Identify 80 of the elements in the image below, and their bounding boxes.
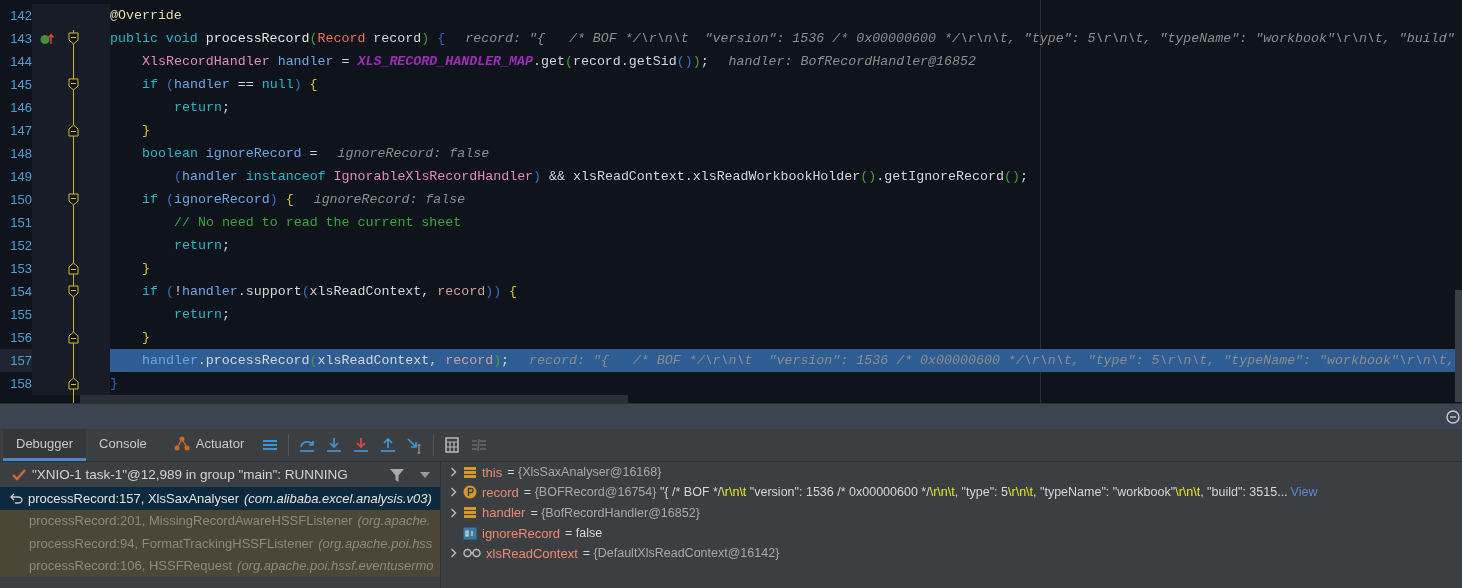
line-number: 152: [9, 238, 32, 253]
dropdown-icon[interactable]: [420, 471, 430, 478]
fold-icon[interactable]: [68, 285, 79, 298]
line-number: 158: [9, 376, 32, 391]
variable-row[interactable]: xlsReadContext = {DefaultXlsReadContext@16142}: [441, 543, 1462, 564]
code-line: boolean ignoreRecord =: [141, 145, 318, 163]
line-number: 146: [9, 100, 32, 115]
inline-value-hint: ignoreRecord: false: [313, 191, 466, 209]
line-number: 150: [9, 192, 32, 207]
line-number: 151: [9, 215, 32, 230]
panel-tab[interactable]: Actuator: [159, 429, 258, 461]
parameter-icon: [463, 485, 477, 500]
code-line: @Override: [110, 7, 182, 25]
code-line: if (handler == null) {: [141, 76, 318, 94]
code-line: (handler instanceof IgnorableXlsRecordHandler) && xlsReadContext.xlsReadWorkbookHolder().getIgnoreRecord();: [173, 168, 1028, 186]
code-line: // No need to read the current sheet: [173, 214, 462, 232]
fold-icon[interactable]: [68, 331, 79, 344]
horizontal-scrollbar[interactable]: [80, 395, 628, 403]
inline-value-hint: record: "{ /* BOF */\r\n\t "version": 1536 /* 0x00000600 */\r\n\t, "type": 5\r\n\t, "typeName": "workbook"\r\n\t,: [529, 352, 1455, 370]
line-number: 153: [9, 261, 32, 276]
implements-icon[interactable]: [40, 32, 54, 45]
code-line: return;: [173, 237, 230, 255]
step-out-icon[interactable]: [379, 436, 398, 454]
primitive-icon: [463, 526, 477, 540]
filter-icon[interactable]: [390, 467, 404, 482]
expand-icon[interactable]: [450, 548, 458, 559]
stack-frame[interactable]: processRecord:157, XlsSaxAnalyser (com.alibaba.excel.analysis.v03): [0, 487, 440, 510]
force-step-into-icon[interactable]: [352, 436, 371, 454]
expand-icon[interactable]: [450, 487, 458, 498]
code-line: XlsRecordHandler handler = XLS_RECORD_HANDLER_MAP.get(record.getSid());: [141, 53, 709, 71]
fold-icon[interactable]: [68, 262, 79, 275]
code-line: }: [141, 260, 150, 278]
line-number: 145: [9, 77, 32, 92]
variable-row[interactable]: ignoreRecord = false: [441, 522, 1462, 544]
fold-icon[interactable]: [68, 78, 79, 91]
code-line: handler.processRecord(xlsReadContext, record);: [141, 352, 510, 370]
line-number: 143: [9, 31, 32, 46]
thread-status[interactable]: "XNIO-1 task-1"@12,989 in group "main": RUNNING: [0, 462, 440, 487]
line-number: 144: [9, 54, 32, 69]
return-icon: [10, 492, 23, 504]
code-line: public void processRecord(Record record) {: [110, 30, 446, 48]
glasses-icon: [463, 548, 481, 559]
line-number: 149: [9, 169, 32, 184]
line-number: 142: [9, 8, 32, 23]
line-number: 157: [9, 353, 32, 368]
step-into-icon[interactable]: [325, 436, 344, 454]
inline-value-hint: handler: BofRecordHandler@16852: [728, 53, 976, 71]
variable-row[interactable]: this = {XlsSaxAnalyser@16168}: [441, 462, 1462, 483]
line-number: 148: [9, 146, 32, 161]
fold-icon[interactable]: [68, 193, 79, 206]
field-icon: [463, 465, 477, 479]
check-icon: [12, 468, 26, 481]
calculator-icon[interactable]: [443, 436, 462, 454]
inline-value-hint: ignoreRecord: false: [337, 145, 490, 163]
vertical-scrollbar[interactable]: [1455, 290, 1462, 402]
fold-icon[interactable]: [68, 377, 79, 390]
variable-row[interactable]: record = {BOFRecord@16754} "{ /* BOF */\r\n\t "version": 1536 /* 0x00000600 */\r\n\t, "type": 5\r\n\t, "typeName": "workbook"\r\n\t, "build": 3515... View: [441, 482, 1462, 503]
line-number: 154: [9, 284, 32, 299]
panel-tab[interactable]: Console: [86, 429, 160, 461]
line-number: 156: [9, 330, 32, 345]
line-number: 155: [9, 307, 32, 322]
line-number: 147: [9, 123, 32, 138]
collapse-icon[interactable]: [1446, 409, 1460, 424]
expand-icon[interactable]: [450, 507, 458, 518]
code-line: if (ignoreRecord) {: [141, 191, 294, 209]
code-line: return;: [173, 99, 230, 117]
field-icon: [463, 506, 477, 520]
code-line: }: [141, 329, 150, 347]
expand-icon[interactable]: [450, 467, 458, 478]
code-line: }: [110, 375, 118, 393]
nodes-icon: [172, 435, 191, 452]
fold-icon[interactable]: [68, 124, 79, 137]
panel-tab[interactable]: Debugger: [3, 429, 87, 461]
code-line: }: [141, 122, 150, 140]
thread-label: "XNIO-1 task-1"@12,989 in group "main": RUNNING: [32, 467, 348, 482]
inline-value-hint: record: "{ /* BOF */\r\n\t "version": 1536 /* 0x00000600 */\r\n\t, "type": 5\r\n\t, "typeName": "workbook"\r\n\t, "build": [465, 30, 1455, 48]
fold-icon[interactable]: [68, 32, 79, 45]
code-line: if (!handler.support(xlsReadContext, record)) {: [141, 283, 518, 301]
variable-row[interactable]: handler = {BofRecordHandler@16852}: [441, 502, 1462, 523]
code-line: return;: [173, 306, 230, 324]
